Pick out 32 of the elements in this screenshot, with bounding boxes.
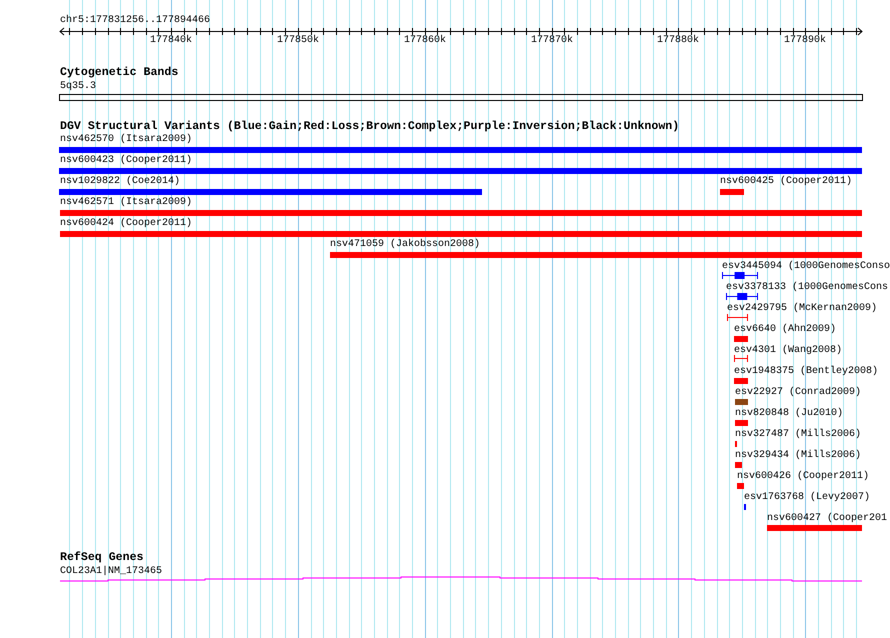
variant-label: nsv471059 (Jakobsson2008) xyxy=(330,239,480,250)
variant-label: nsv600426 (Cooper2011) xyxy=(737,471,870,482)
variant-label: nsv327487 (Mills2006) xyxy=(735,429,862,440)
variant-label: nsv600424 (Cooper2011) xyxy=(60,218,192,229)
variant-label: nsv462571 (Itsara2009) xyxy=(60,197,192,208)
tick-label: 177870k xyxy=(531,35,574,46)
variant-label: esv22927 (Conrad2009) xyxy=(735,387,862,398)
gene-label: COL23A1|NM_173465 xyxy=(60,566,162,577)
variant-label: esv3445094 (1000GenomesConso xyxy=(722,261,890,272)
variant-label: nsv329434 (Mills2006) xyxy=(735,450,862,461)
variant-label: esv6640 (Ahn2009) xyxy=(734,324,836,335)
track-title: Cytogenetic Bands xyxy=(60,67,178,79)
variant-label: esv1948375 (Bentley2008) xyxy=(734,366,878,377)
tick-label: 177860k xyxy=(404,35,446,46)
variant-label: nsv600423 (Cooper2011) xyxy=(60,155,192,166)
variant-label: esv4301 (Wang2008) xyxy=(734,345,842,356)
track-title: DGV Structural Variants (Blue:Gain;Red:Loss;Brown:Complex;Purple:Inversion;Black:Unknown) xyxy=(60,121,680,133)
variant-label: nsv600425 (Cooper2011) xyxy=(720,176,852,187)
variant-label: nsv462570 (Itsara2009) xyxy=(60,134,192,145)
variant-label: esv2429795 (McKernan2009) xyxy=(727,303,878,314)
tick-label: 177880k xyxy=(657,35,700,46)
variant-label: esv3378133 (1000GenomesCons xyxy=(726,282,888,293)
variant-label: nsv600427 (Cooper201 xyxy=(767,513,888,524)
tick-label: 177850k xyxy=(277,35,320,46)
variant-label: nsv1029822 (Coe2014) xyxy=(60,176,180,187)
band-label: 5q35.3 xyxy=(60,81,96,92)
ruler-title: chr5:177831256..177894466 xyxy=(60,15,210,26)
tick-label: 177890k xyxy=(784,35,826,46)
tick-label: 177840k xyxy=(150,35,192,46)
variant-label: nsv820848 (Ju2010) xyxy=(735,408,844,419)
track-title: RefSeq Genes xyxy=(60,552,144,564)
variant-label: esv1763768 (Levy2007) xyxy=(744,492,870,503)
